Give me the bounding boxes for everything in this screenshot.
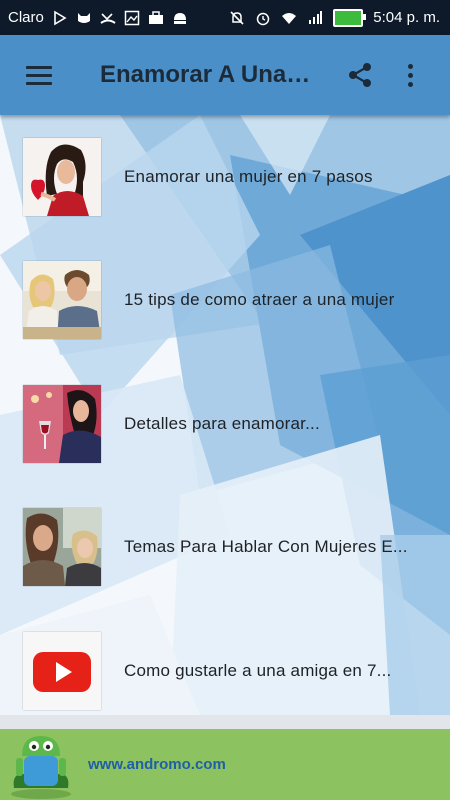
woman-with-wine-photo (23, 384, 101, 463)
list-item-label: Temas Para Hablar Con Mujeres E... (124, 537, 408, 557)
alarm-icon (255, 10, 271, 26)
cat-icon (76, 10, 92, 26)
android-icon (172, 10, 188, 26)
list-item[interactable]: Como gustarle a una amiga en 7... (0, 609, 450, 715)
battery-charging-icon (333, 8, 367, 27)
briefcase-icon (148, 10, 164, 26)
list-item[interactable]: Enamorar una mujer en 7 pasos (0, 115, 450, 239)
content-area[interactable]: Enamorar una mujer en 7 pasos 15 tips de… (0, 115, 450, 715)
list-item[interactable]: Temas Para Hablar Con Mujeres E... (0, 486, 450, 610)
list-item-label: Como gustarle a una amiga en 7... (124, 660, 392, 680)
women-talking-photo (23, 508, 101, 587)
woman-with-heart-photo (23, 137, 101, 216)
carrier-label: Claro (8, 9, 44, 26)
image-icon (124, 10, 140, 26)
list-item[interactable]: Detalles para enamorar... (0, 362, 450, 486)
signal-icon (307, 10, 323, 26)
missed-call-icon (100, 10, 116, 26)
share-icon[interactable] (346, 61, 374, 89)
list-item-label: Enamorar una mujer en 7 pasos (124, 166, 373, 186)
status-bar: Claro 5:04 p. m. (0, 0, 450, 35)
article-list: Enamorar una mujer en 7 pasos 15 tips de… (0, 115, 450, 715)
andromo-robot-logo (11, 735, 71, 799)
mute-icon (229, 10, 245, 26)
clock-label: 5:04 p. m. (373, 9, 440, 26)
list-item-label: 15 tips de como atraer a una mujer (124, 290, 395, 310)
more-vert-icon[interactable] (406, 60, 414, 91)
ad-banner[interactable]: www.andromo.com (0, 715, 450, 800)
youtube-icon (23, 631, 101, 710)
couple-photo (23, 261, 101, 340)
play-store-icon (52, 10, 68, 26)
menu-icon[interactable] (26, 61, 52, 90)
list-item-label: Detalles para enamorar... (124, 413, 320, 433)
page-title: Enamorar A Una Mujer (100, 61, 312, 88)
ad-url-link[interactable]: www.andromo.com (88, 756, 226, 773)
list-item[interactable]: 15 tips de como atraer a una mujer (0, 239, 450, 363)
wifi-icon (281, 10, 297, 26)
app-bar: Enamorar A Una Mujer (0, 35, 450, 115)
